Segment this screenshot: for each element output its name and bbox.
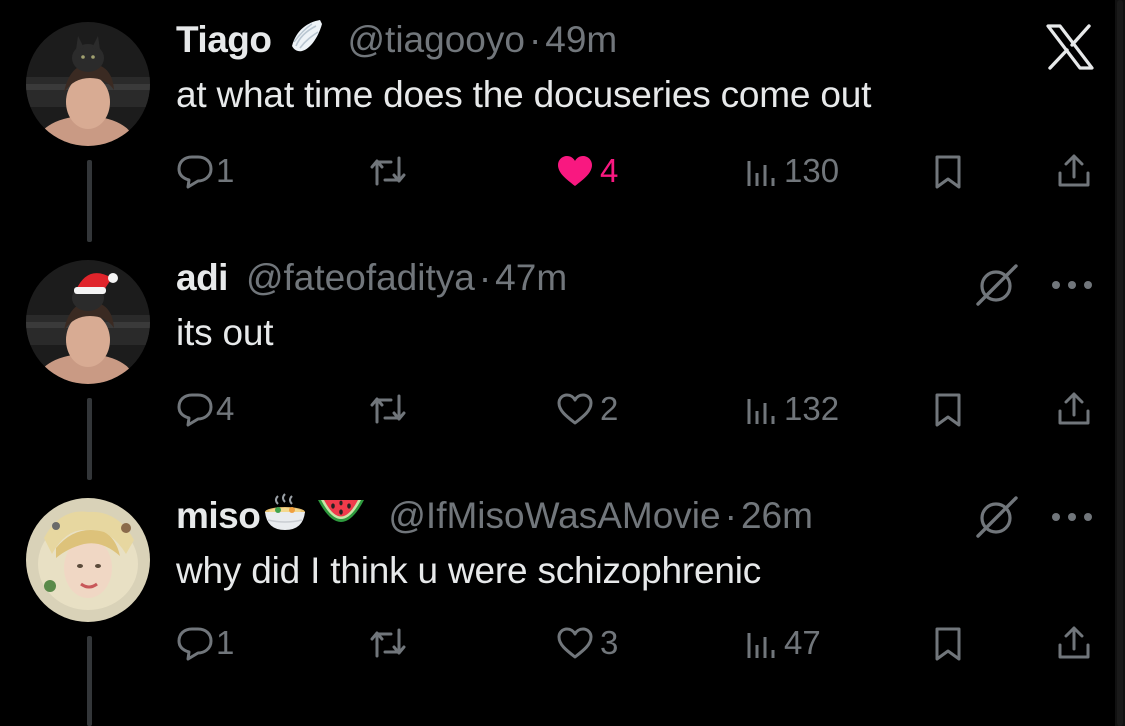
grok-icon[interactable] bbox=[972, 260, 1022, 310]
tweet[interactable]: miso @IfMisoWasAMovie · 26m why did I th… bbox=[0, 476, 1115, 726]
heart-filled-icon bbox=[556, 154, 594, 188]
tweet-text: why did I think u were schizophrenic bbox=[176, 550, 762, 591]
views-button[interactable]: 47 bbox=[744, 622, 821, 664]
bookmark-icon bbox=[932, 625, 964, 663]
separator-dot: · bbox=[478, 257, 492, 298]
views-icon bbox=[744, 391, 780, 427]
reply-icon bbox=[176, 153, 214, 189]
share-button[interactable] bbox=[1056, 149, 1092, 191]
separator-dot: · bbox=[724, 495, 737, 536]
like-button[interactable]: 3 bbox=[556, 622, 618, 664]
view-count: 47 bbox=[784, 624, 821, 661]
views-icon bbox=[744, 153, 780, 189]
tweet[interactable]: Tiago @tiagooyo · 49m at what time does … bbox=[0, 0, 1115, 230]
timestamp[interactable]: 47m bbox=[495, 257, 567, 299]
retweet-button[interactable] bbox=[368, 388, 408, 430]
like-button[interactable]: 2 bbox=[556, 388, 618, 430]
view-count: 132 bbox=[784, 390, 840, 427]
retweet-button[interactable] bbox=[368, 150, 408, 192]
reply-button[interactable]: 1 bbox=[176, 150, 234, 192]
share-icon bbox=[1056, 151, 1092, 189]
views-button[interactable]: 130 bbox=[744, 150, 839, 192]
share-button[interactable] bbox=[1056, 621, 1092, 663]
tweet-text: at what time does the docuseries come ou… bbox=[176, 74, 872, 115]
reply-count: 1 bbox=[216, 624, 235, 661]
tweet-header: Tiago @tiagooyo · 49m bbox=[176, 17, 617, 63]
more-icon[interactable] bbox=[1046, 492, 1098, 542]
scrollbar[interactable] bbox=[1115, 0, 1125, 726]
share-icon bbox=[1056, 389, 1092, 427]
reply-icon bbox=[176, 391, 214, 427]
retweet-icon bbox=[368, 392, 408, 426]
like-count: 2 bbox=[600, 390, 619, 427]
avatar[interactable] bbox=[26, 260, 150, 384]
like-count: 3 bbox=[600, 624, 619, 661]
bookmark-button[interactable] bbox=[932, 623, 964, 665]
grok-icon[interactable] bbox=[972, 492, 1022, 542]
retweet-button[interactable] bbox=[368, 622, 408, 664]
ramen-bowl-emoji-icon bbox=[262, 490, 308, 543]
reply-icon bbox=[176, 625, 214, 661]
tweet-header: adi @fateofaditya · 47m bbox=[176, 255, 567, 301]
more-icon[interactable] bbox=[1046, 260, 1098, 310]
views-icon bbox=[744, 625, 780, 661]
view-count: 130 bbox=[784, 152, 840, 189]
reply-count: 1 bbox=[216, 152, 235, 189]
tweet-header: miso @IfMisoWasAMovie · 26m bbox=[176, 492, 813, 541]
bookmark-icon bbox=[932, 391, 964, 429]
views-button[interactable]: 132 bbox=[744, 388, 839, 430]
reply-button[interactable]: 1 bbox=[176, 622, 234, 664]
angel-wing-icon bbox=[286, 16, 326, 65]
watermelon-emoji-icon bbox=[316, 492, 366, 541]
avatar[interactable] bbox=[26, 22, 150, 146]
timestamp[interactable]: 26m bbox=[741, 495, 813, 537]
tweet[interactable]: adi @fateofaditya · 47m its out 4 2 132 bbox=[0, 238, 1115, 468]
bookmark-button[interactable] bbox=[932, 151, 964, 193]
scrollbar-thumb[interactable] bbox=[1117, 0, 1123, 726]
retweet-icon bbox=[368, 626, 408, 660]
heart-icon bbox=[556, 626, 594, 660]
display-name[interactable]: adi bbox=[176, 257, 228, 299]
reply-button[interactable]: 4 bbox=[176, 388, 234, 430]
share-button[interactable] bbox=[1056, 387, 1092, 429]
separator-dot: · bbox=[528, 19, 542, 60]
display-name[interactable]: Tiago bbox=[176, 19, 272, 61]
reply-count: 4 bbox=[216, 390, 235, 427]
bookmark-button[interactable] bbox=[932, 389, 964, 431]
avatar[interactable] bbox=[26, 498, 150, 622]
x-logo-icon[interactable] bbox=[1042, 22, 1098, 72]
tweet-text: its out bbox=[176, 312, 274, 353]
handle[interactable]: @fateofaditya bbox=[246, 257, 475, 299]
display-name[interactable]: miso bbox=[176, 495, 261, 537]
bookmark-icon bbox=[932, 153, 964, 191]
like-count: 4 bbox=[600, 152, 619, 189]
timestamp[interactable]: 49m bbox=[545, 19, 617, 61]
like-button[interactable]: 4 bbox=[556, 150, 618, 192]
retweet-icon bbox=[368, 154, 408, 188]
handle[interactable]: @IfMisoWasAMovie bbox=[388, 495, 720, 537]
share-icon bbox=[1056, 623, 1092, 661]
handle[interactable]: @tiagooyo bbox=[348, 19, 525, 61]
heart-icon bbox=[556, 392, 594, 426]
